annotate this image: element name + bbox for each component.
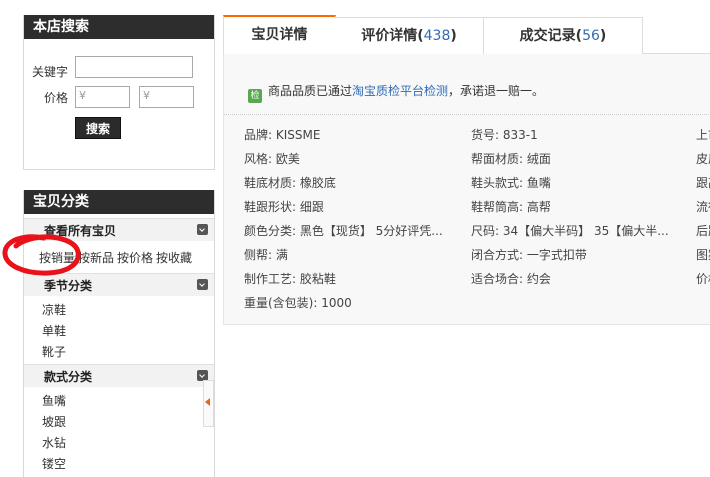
sort-by-new[interactable]: 按新品 bbox=[78, 251, 114, 265]
sort-by-favorites[interactable]: 按收藏 bbox=[156, 251, 192, 265]
quality-check-icon: 检 bbox=[248, 89, 262, 103]
quality-promise: ，承诺退一赔一。 bbox=[448, 84, 545, 98]
attribute: 侧帮: 满 bbox=[244, 248, 288, 262]
season-group-label: 季节分类 bbox=[44, 279, 93, 293]
style-group-row[interactable]: 款式分类 bbox=[24, 364, 214, 387]
category-item[interactable]: 凉鞋 bbox=[42, 301, 66, 318]
item-details-panel: 检商品品质已通过淘宝质检平台检测，承诺退一赔一。 品牌: KISSME 风格: … bbox=[223, 54, 710, 325]
attribute: 鞋帮筒高: 高帮 bbox=[471, 200, 551, 214]
category-title: 宝贝分类 bbox=[24, 190, 214, 214]
attribute: 价格 bbox=[696, 272, 710, 286]
tab-label: 宝贝详情 bbox=[251, 27, 308, 43]
keyword-label: 关键字 bbox=[32, 65, 69, 79]
category-item[interactable]: 镂空 bbox=[42, 455, 66, 472]
category-item[interactable]: 鱼嘴 bbox=[42, 392, 66, 409]
price-label: 价格 bbox=[44, 91, 69, 105]
style-group-label: 款式分类 bbox=[44, 370, 93, 384]
attribute: 颜色分类: 黑色【现货】 5分好评凭... bbox=[244, 224, 443, 238]
attribute: 皮质 bbox=[696, 152, 710, 166]
season-group-row[interactable]: 季节分类 bbox=[24, 273, 214, 296]
attribute: 跟高 bbox=[696, 176, 710, 190]
category-panel: 宝贝分类 查看所有宝贝 按销量 按新品 按价格 按收藏 季节分类 凉鞋 单鞋 靴子 款… bbox=[23, 190, 215, 477]
attribute: 风格: 欧美 bbox=[244, 152, 300, 166]
attribute: 品牌: KISSME bbox=[244, 128, 321, 142]
tab-reviews[interactable]: 评价详情(438) bbox=[335, 17, 484, 54]
store-search-title: 本店搜索 bbox=[24, 15, 214, 39]
store-search-panel: 本店搜索 关键字 价格 ¥ ¥ 搜索 bbox=[23, 15, 215, 170]
attribute: 鞋头款式: 鱼嘴 bbox=[471, 176, 551, 190]
quality-link[interactable]: 淘宝质检平台检测 bbox=[352, 84, 448, 98]
tab-transactions[interactable]: 成交记录(56) bbox=[484, 17, 643, 54]
category-item[interactable]: 坡跟 bbox=[42, 413, 66, 430]
transaction-count: 56 bbox=[582, 28, 600, 44]
category-item[interactable]: 水钻 bbox=[42, 434, 66, 451]
review-count: 438 bbox=[423, 28, 451, 44]
attribute: 适合场合: 约会 bbox=[471, 272, 551, 286]
tab-item-details[interactable]: 宝贝详情 bbox=[223, 15, 336, 55]
attribute: 后跟 bbox=[696, 224, 710, 238]
price-max-input[interactable]: ¥ bbox=[139, 86, 194, 108]
divider bbox=[224, 114, 710, 115]
attribute: 闭合方式: 一字式扣带 bbox=[471, 248, 587, 262]
quality-text: 商品品质已通过 bbox=[268, 84, 353, 98]
category-item[interactable]: 单鞋 bbox=[42, 322, 66, 339]
keyword-input[interactable] bbox=[75, 56, 193, 78]
sort-options: 按销量 按新品 按价格 按收藏 bbox=[39, 249, 195, 266]
attribute: 上市 bbox=[696, 128, 710, 142]
tab-label: 成交记录 bbox=[519, 28, 576, 44]
search-button[interactable]: 搜索 bbox=[75, 117, 121, 139]
attribute: 帮面材质: 绒面 bbox=[471, 152, 551, 166]
tab-label: 评价详情 bbox=[361, 28, 418, 44]
attribute: 尺码: 34【偏大半码】 35【偏大半... bbox=[471, 224, 669, 238]
view-all-link[interactable]: 查看所有宝贝 bbox=[44, 222, 116, 239]
attribute: 流行 bbox=[696, 200, 710, 214]
chevron-down-icon[interactable] bbox=[197, 279, 208, 290]
attribute: 重量(含包装): 1000 bbox=[244, 296, 352, 310]
attribute: 制作工艺: 胶粘鞋 bbox=[244, 272, 336, 286]
sort-by-sales[interactable]: 按销量 bbox=[39, 251, 75, 265]
attribute: 货号: 833-1 bbox=[471, 128, 538, 142]
category-item[interactable]: 靴子 bbox=[42, 343, 66, 360]
detail-tabs: 宝贝详情 评价详情(438) 成交记录(56) bbox=[223, 15, 710, 55]
price-min-input[interactable]: ¥ bbox=[75, 86, 130, 108]
chevron-down-icon[interactable] bbox=[197, 224, 208, 235]
attribute: 鞋跟形状: 细跟 bbox=[244, 200, 324, 214]
attribute: 鞋底材质: 橡胶底 bbox=[244, 176, 336, 190]
view-all-row[interactable]: 查看所有宝贝 bbox=[24, 218, 214, 241]
attribute: 图案 bbox=[696, 248, 710, 262]
sidebar-collapse-handle[interactable] bbox=[203, 380, 214, 427]
sort-by-price[interactable]: 按价格 bbox=[117, 251, 153, 265]
quality-notice: 检商品品质已通过淘宝质检平台检测，承诺退一赔一。 bbox=[248, 82, 544, 103]
